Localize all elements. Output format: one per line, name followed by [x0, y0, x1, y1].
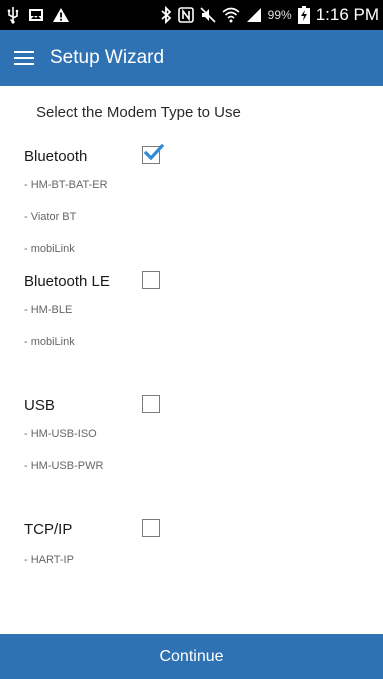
list-item: - HM-BLE: [24, 304, 73, 316]
status-bar: 99% 1:16 PM: [0, 0, 383, 30]
hamburger-menu-icon[interactable]: [14, 47, 36, 69]
modem-label-bluetooth-le: Bluetooth LE: [24, 273, 110, 290]
modem-label-usb: USB: [24, 397, 55, 414]
app-bar: Setup Wizard: [0, 30, 383, 86]
status-time: 1:16 PM: [315, 5, 379, 24]
usb-icon: [6, 6, 20, 24]
list-item: - mobiLink: [24, 243, 75, 255]
list-item: - HM-USB-PWR: [24, 460, 104, 472]
bluetooth-le-checkbox[interactable]: [142, 271, 160, 289]
list-item: - Viator BT: [24, 211, 77, 223]
modem-label-bluetooth: Bluetooth: [24, 148, 88, 165]
status-bar-left: [6, 0, 70, 30]
continue-button[interactable]: Continue: [0, 634, 383, 679]
page-title: Setup Wizard: [50, 47, 165, 68]
list-item: - mobiLink: [24, 336, 75, 348]
wizard-content: Select the Modem Type to Use Bluetooth -…: [0, 86, 383, 634]
usb-checkbox[interactable]: [142, 395, 160, 413]
list-item: - HART-IP: [24, 554, 74, 566]
battery-charging-icon: [297, 6, 310, 24]
list-item: - HM-USB-ISO: [24, 428, 97, 440]
bluetooth-checkbox[interactable]: [142, 144, 164, 164]
warning-icon: [52, 7, 70, 23]
modem-label-tcp-ip: TCP/IP: [24, 521, 73, 538]
battery-percent: 99%: [267, 8, 292, 22]
wifi-icon: [222, 7, 240, 23]
tcp-ip-checkbox[interactable]: [142, 519, 160, 537]
status-bar-right: 99% 1:16 PM: [160, 0, 379, 30]
checkmark-icon: [144, 144, 164, 161]
mute-icon: [200, 7, 216, 23]
list-item: - HM-BT-BAT-ER: [24, 179, 108, 191]
signal-icon: [246, 7, 262, 23]
image-icon: [28, 7, 44, 23]
nfc-icon: [177, 7, 194, 23]
instruction-text: Select the Modem Type to Use: [36, 104, 241, 121]
bluetooth-icon: [160, 6, 172, 24]
